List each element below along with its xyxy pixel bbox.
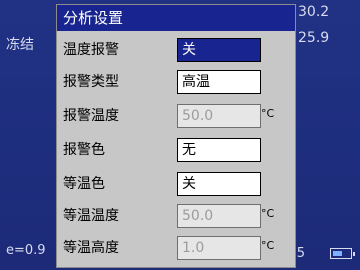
setting-row-alarm-color[interactable]: 报警色 无	[57, 135, 295, 165]
unit-label: °C	[261, 207, 275, 220]
setting-row-alarm-temperature[interactable]: 报警温度 50.0 °C	[57, 101, 295, 131]
setting-label: 等温色	[63, 176, 105, 192]
temperature-max-label: 30.2	[298, 4, 330, 20]
isotherm-temperature-value[interactable]: 50.0	[177, 204, 261, 228]
setting-row-temperature-alarm[interactable]: 温度报警 关	[57, 35, 295, 65]
setting-label: 温度报警	[63, 42, 119, 58]
freeze-indicator: 冻结	[6, 37, 34, 53]
alarm-type-value[interactable]: 高温	[177, 70, 261, 94]
unit-label: °C	[261, 239, 275, 252]
setting-label: 报警温度	[63, 108, 119, 124]
setting-label: 等温温度	[63, 208, 119, 224]
alarm-color-value[interactable]: 无	[177, 138, 261, 162]
setting-row-isotherm-color[interactable]: 等温色 关	[57, 169, 295, 199]
dialog-title: 分析设置	[57, 5, 295, 31]
setting-label: 等温高度	[63, 240, 119, 256]
setting-label: 报警色	[63, 142, 105, 158]
setting-label: 报警类型	[63, 74, 119, 90]
isotherm-color-value[interactable]: 关	[177, 172, 261, 196]
temperature-alarm-value[interactable]: 关	[177, 38, 261, 62]
setting-row-alarm-type[interactable]: 报警类型 高温	[57, 67, 295, 97]
emissivity-label: e=0.9	[6, 243, 46, 258]
unit-label: °C	[261, 107, 275, 120]
isotherm-height-value[interactable]: 1.0	[177, 236, 261, 260]
battery-icon	[330, 248, 355, 259]
analysis-settings-dialog: 分析设置 温度报警 关 报警类型 高温 报警温度 50.0 °C 报警色 无 等…	[56, 4, 296, 268]
alarm-temperature-value[interactable]: 50.0	[177, 104, 261, 128]
setting-row-isotherm-temperature[interactable]: 等温温度 50.0 °C	[57, 201, 295, 231]
temperature-mid-label: 25.9	[298, 30, 330, 46]
setting-row-isotherm-height[interactable]: 等温高度 1.0 °C	[57, 233, 295, 263]
